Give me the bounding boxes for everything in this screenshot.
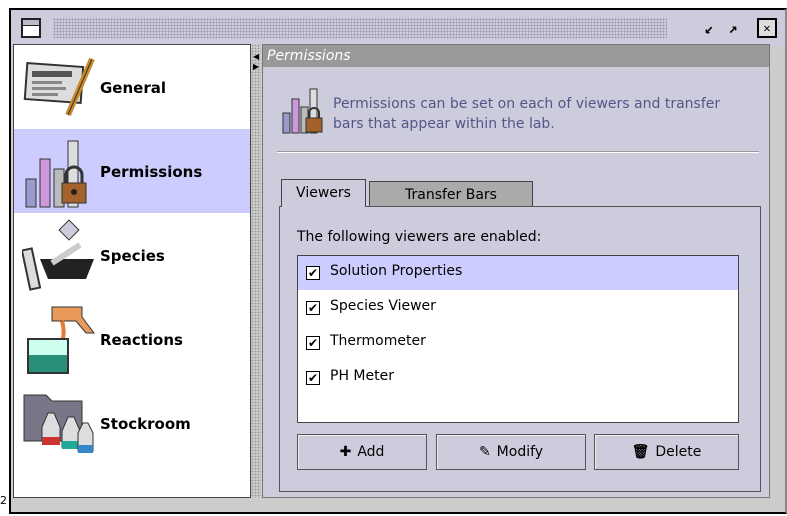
divider — [277, 151, 759, 153]
checkbox[interactable]: ✔ — [306, 266, 320, 280]
category-reactions[interactable]: Reactions — [14, 297, 250, 381]
panel-header: Permissions — [263, 45, 769, 67]
delete-button[interactable]: 🗑 Delete — [594, 434, 739, 470]
category-label: General — [100, 79, 166, 97]
category-label: Species — [100, 247, 165, 265]
list-item[interactable]: ✔ Species Viewer — [298, 291, 738, 325]
permissions-panel: Permissions Permissions can be set on ea… — [262, 44, 770, 498]
panel-splitter[interactable] — [251, 44, 261, 498]
list-item[interactable]: ✔ PH Meter — [298, 361, 738, 395]
plus-icon: ✚ — [339, 444, 352, 460]
modify-button[interactable]: ✎ Modify — [436, 434, 586, 470]
category-label: Stockroom — [100, 415, 191, 433]
checkbox[interactable]: ✔ — [306, 336, 320, 350]
chart-lock-icon — [25, 140, 87, 208]
title-bar[interactable]: ↙ ↗ ✕ — [11, 10, 785, 46]
chart-lock-icon — [282, 88, 323, 134]
viewers-list-label: The following viewers are enabled: — [297, 229, 542, 245]
collapse-arrow-icon[interactable]: ◀ ▶ — [253, 52, 259, 72]
category-species[interactable]: Species — [14, 213, 250, 297]
beaker-pour-icon — [27, 306, 95, 374]
checkbox[interactable]: ✔ — [306, 301, 320, 315]
viewers-list[interactable]: ✔ Solution Properties ✔ Species Viewer ✔… — [297, 255, 739, 423]
add-button[interactable]: ✚ Add — [297, 434, 427, 470]
minimize-icon[interactable]: ↙ — [699, 18, 719, 38]
window-menu-icon[interactable] — [21, 18, 41, 38]
mortar-pestle-icon — [22, 219, 94, 291]
close-icon[interactable]: ✕ — [757, 18, 777, 38]
document-pen-icon — [23, 57, 95, 117]
trash-icon: 🗑 — [631, 444, 650, 460]
list-item[interactable]: ✔ Solution Properties — [298, 256, 738, 290]
category-sidebar: General Permissions Species Reactions St… — [13, 44, 251, 498]
tab-transfer-bars[interactable]: Transfer Bars — [369, 181, 533, 207]
category-permissions[interactable]: Permissions — [14, 129, 250, 213]
panel-description: Permissions can be set on each of viewer… — [333, 96, 721, 132]
stray-label: 2 — [0, 494, 7, 507]
category-label: Permissions — [100, 163, 203, 181]
category-label: Reactions — [100, 331, 183, 349]
maximize-icon[interactable]: ↗ — [723, 18, 743, 38]
category-general[interactable]: General — [14, 45, 250, 129]
tab-viewers[interactable]: Viewers — [281, 179, 366, 207]
checkbox[interactable]: ✔ — [306, 371, 320, 385]
viewers-tab-panel: The following viewers are enabled: ✔ Sol… — [279, 206, 761, 492]
pencil-icon: ✎ — [478, 444, 491, 460]
folder-flasks-icon — [23, 394, 94, 453]
list-item[interactable]: ✔ Thermometer — [298, 326, 738, 360]
category-stockroom[interactable]: Stockroom — [14, 381, 250, 465]
